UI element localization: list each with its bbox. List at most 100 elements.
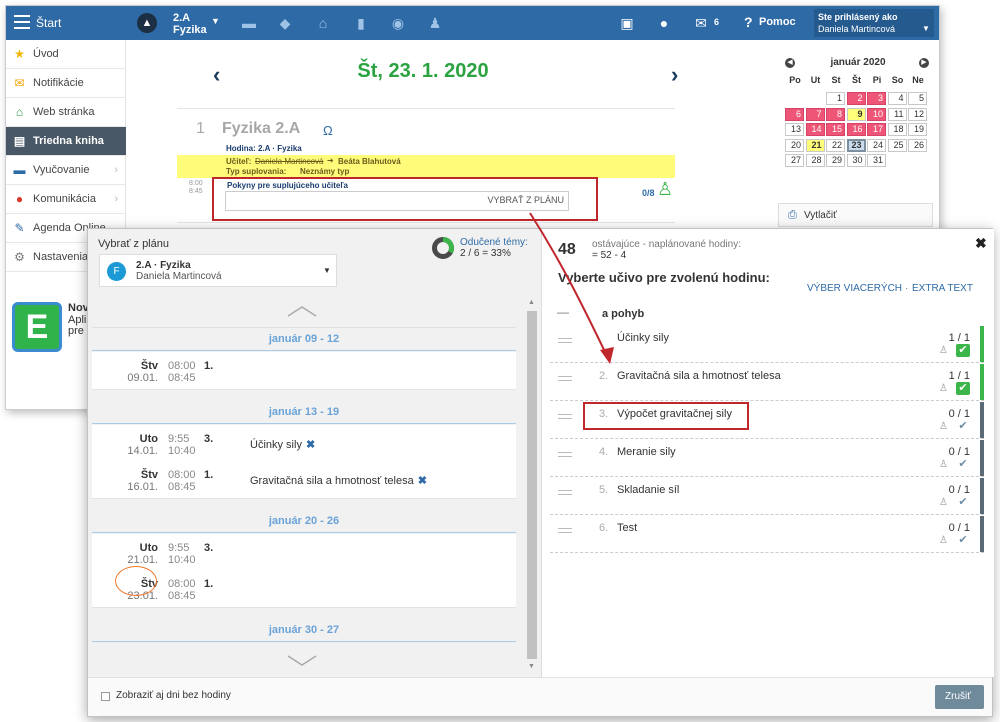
calendar-day[interactable]: 20 (785, 138, 804, 152)
scrollbar-track[interactable]: ▲ ▼ (525, 297, 539, 675)
remove-topic-icon[interactable]: ✖ (306, 439, 315, 451)
extra-text-link[interactable]: EXTRA TEXT (912, 283, 973, 294)
check-icon[interactable]: ✔ (956, 420, 970, 433)
calendar-day[interactable]: 9 (846, 107, 866, 121)
calendar-day[interactable]: 13 (785, 123, 804, 136)
sidebar-item-web[interactable]: ⌂ Web stránka (6, 98, 126, 127)
help-icon[interactable]: ? (744, 14, 753, 30)
calendar-day[interactable]: 17 (867, 123, 886, 136)
drag-handle-icon[interactable] (558, 414, 572, 419)
calendar-day[interactable]: 11 (887, 107, 907, 121)
sidebar-item-notifikacie[interactable]: ✉ Notifikácie (6, 69, 126, 98)
topic-row[interactable]: 2. Gravitačná sila a hmotnosť telesa 1 / 1… (550, 364, 984, 401)
next-day-chevron-icon[interactable]: › (671, 62, 678, 88)
user-menu[interactable]: Ste prihlásený ako Daniela Martincová ▼ (814, 9, 934, 37)
calendar-day[interactable]: 15 (826, 123, 845, 136)
scroll-down-chevron-icon[interactable] (287, 655, 317, 667)
collapse-icon[interactable]: — (557, 305, 569, 319)
subject-name[interactable]: Fyzika (173, 24, 207, 36)
substitute-icon[interactable]: Ω (323, 123, 333, 138)
calendar-day[interactable]: 10 (867, 107, 886, 121)
check-icon[interactable]: ✔ (956, 534, 970, 547)
topic-row[interactable]: 6. Test 0 / 1 ♙ ✔ (550, 516, 984, 553)
clock-icon[interactable]: ◉ (390, 15, 406, 31)
calendar-day[interactable]: 7 (805, 107, 825, 121)
mail-icon[interactable]: ✉ (693, 15, 709, 31)
calendar-day[interactable]: 14 (805, 123, 825, 136)
briefcase-icon[interactable]: ▬ (241, 15, 257, 31)
calendar-day[interactable]: 2 (846, 92, 866, 105)
students-icon[interactable]: ♙ (657, 179, 673, 200)
calendar-day[interactable]: 4 (887, 92, 907, 105)
prev-day-chevron-icon[interactable]: ‹ (213, 62, 220, 88)
calendar-day[interactable]: 19 (908, 123, 927, 136)
drag-handle-icon[interactable] (558, 338, 572, 343)
calendar-day[interactable]: 27 (785, 154, 804, 167)
remove-topic-icon[interactable]: ✖ (418, 475, 427, 487)
drag-handle-icon[interactable] (558, 528, 572, 533)
class-dropdown-icon[interactable]: ▼ (211, 16, 220, 26)
calendar-day[interactable]: 12 (908, 107, 927, 121)
topic-row[interactable]: 5. Skladanie síl 0 / 1 ♙ ✔ (550, 478, 984, 515)
calendar-day[interactable]: 26 (908, 138, 927, 152)
topic-row[interactable]: Účinky sily 1 / 1 ♙ ✔ (550, 326, 984, 363)
vybrat-z-planu-button[interactable]: VYBRAŤ Z PLÁNU (487, 195, 564, 205)
plan-list[interactable]: január 09 - 12 Štv 09.01. 08:00 08:45 1. januá… (88, 297, 526, 675)
calendar-next-icon[interactable]: ▶ (919, 58, 929, 68)
hamburger-icon[interactable] (14, 15, 30, 29)
help-button[interactable]: Pomoc (759, 16, 796, 28)
check-icon[interactable]: ✔ (956, 382, 970, 395)
check-icon[interactable]: ✔ (956, 458, 970, 471)
bar-chart-icon[interactable]: ▮ (353, 15, 369, 31)
calendar-day[interactable]: 1 (826, 92, 845, 105)
print-button[interactable]: ⎙ Vytlačiť (778, 203, 933, 227)
start-menu-label[interactable]: Štart (36, 16, 61, 30)
calendar-day[interactable]: 21 (805, 138, 825, 152)
day-row[interactable]: Štv 09.01. 08:00 08:45 1. (92, 352, 516, 390)
calendar-day[interactable]: 6 (785, 107, 804, 121)
cancel-button[interactable]: Zrušiť (935, 685, 984, 709)
calendar-day[interactable]: 3 (867, 92, 886, 105)
cast-icon[interactable]: ▣ (619, 15, 635, 31)
calendar-day[interactable]: 25 (887, 138, 907, 152)
check-icon[interactable]: ✔ (956, 496, 970, 509)
sidebar-item-komunikacia[interactable]: ● Komunikácia › (6, 185, 126, 214)
show-days-checkbox[interactable] (101, 692, 110, 701)
class-name[interactable]: 2.A (173, 12, 190, 24)
day-row[interactable]: Štv 16.01. 08:00 08:45 1. Gravitačná sila a h… (92, 461, 516, 499)
calendar-day[interactable]: 24 (867, 138, 886, 152)
topic-row[interactable]: 4. Meranie sily 0 / 1 ♙ ✔ (550, 440, 984, 477)
calendar-day[interactable]: 5 (908, 92, 927, 105)
calendar-day[interactable]: 16 (846, 123, 866, 136)
calendar-day[interactable]: 23 (846, 138, 866, 152)
sidebar-item-uvod[interactable]: ★ Úvod (6, 40, 126, 69)
people-icon[interactable]: ♟ (427, 15, 443, 31)
calendar-day[interactable]: 31 (867, 154, 886, 167)
drag-handle-icon[interactable] (558, 490, 572, 495)
scroll-up-arrow-icon[interactable]: ▲ (528, 299, 535, 306)
close-icon[interactable]: ✖ (975, 235, 987, 252)
scroll-up-chevron-icon[interactable] (287, 305, 317, 317)
multi-select-link[interactable]: VÝBER VIACERÝCH (807, 283, 902, 294)
calendar-day[interactable]: 18 (887, 123, 907, 136)
scrollbar-thumb[interactable] (527, 311, 537, 659)
sidebar-item-vyucovanie[interactable]: ▬ Vyučovanie › (6, 156, 126, 185)
drag-handle-icon[interactable] (558, 452, 572, 457)
calendar-day[interactable]: 28 (805, 154, 825, 167)
sidebar-item-triedna-kniha[interactable]: ▤ Triedna kniha (6, 127, 126, 156)
calendar-prev-icon[interactable]: ◀ (785, 58, 795, 68)
chat-icon[interactable]: ● (656, 15, 672, 31)
edupage-logo[interactable]: E (12, 302, 62, 352)
day-row[interactable]: Uto 21.01. 9:55 10:40 3. (92, 534, 516, 572)
calendar-day[interactable]: 30 (846, 154, 866, 167)
check-icon[interactable]: ✔ (956, 344, 970, 357)
shield-icon[interactable]: ◆ (277, 15, 293, 31)
institution-icon[interactable]: ⌂ (315, 15, 331, 31)
calendar-day[interactable]: 8 (826, 107, 845, 121)
drag-handle-icon[interactable] (558, 376, 572, 381)
plan-select[interactable]: F 2.A · Fyzika Daniela Martincová ▼ (99, 254, 337, 287)
calendar-day[interactable]: 29 (826, 154, 845, 167)
pokyny-input[interactable]: VYBRAŤ Z PLÁNU (225, 191, 569, 211)
graduation-cap-icon[interactable]: ▲ (137, 13, 157, 33)
day-row[interactable]: Uto 14.01. 9:55 10:40 3. Účinky sily ✖ (92, 425, 516, 463)
